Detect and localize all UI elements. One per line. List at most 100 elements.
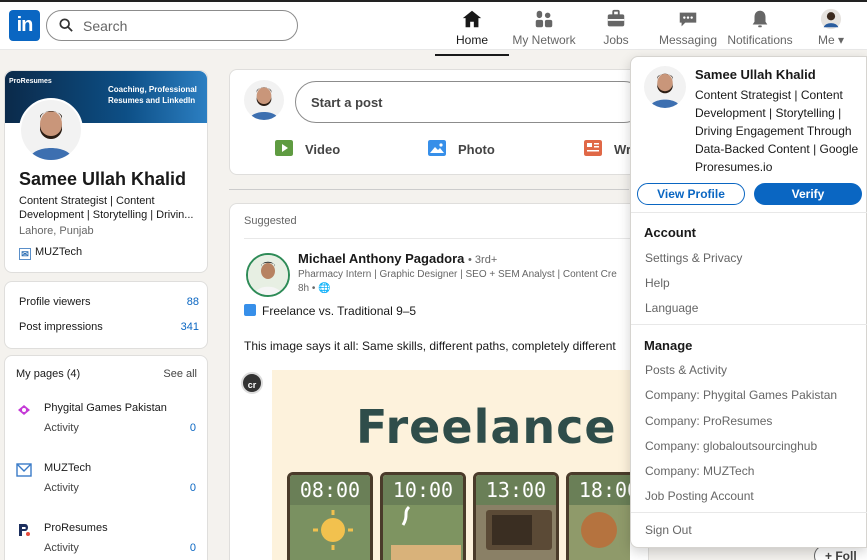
start-post-input[interactable]: Start a post xyxy=(295,81,645,123)
home-icon xyxy=(462,10,482,28)
content-credentials-icon[interactable]: cr xyxy=(241,372,263,394)
language-link[interactable]: Language xyxy=(645,301,698,315)
sun-icon xyxy=(313,510,353,550)
banner-brand: ProResumes xyxy=(9,78,52,85)
tile-illustration xyxy=(290,505,370,560)
dropdown-name: Samee Ullah Khalid xyxy=(695,67,816,82)
dog-icon xyxy=(581,512,617,548)
nav-jobs-label: Jobs xyxy=(603,33,629,47)
coffee-icon xyxy=(391,505,461,560)
nav-messaging-label: Messaging xyxy=(658,33,718,47)
nav-me-label: Me ▾ xyxy=(817,33,845,47)
profile-org[interactable]: ✉ MUZTech xyxy=(19,246,82,260)
page-activity: Activity xyxy=(44,482,79,494)
profile-name[interactable]: Samee Ullah Khalid xyxy=(19,169,186,190)
view-profile-button[interactable]: View Profile xyxy=(637,183,745,205)
tile-illustration xyxy=(383,505,463,560)
profile-location: Lahore, Punjab xyxy=(19,225,94,237)
me-dropdown-menu: Samee Ullah Khalid Content Strategist | … xyxy=(630,56,867,548)
search-input[interactable] xyxy=(83,16,283,36)
verify-button[interactable]: Verify xyxy=(754,183,862,205)
photo-label: Photo xyxy=(458,142,495,157)
posts-activity-link[interactable]: Posts & Activity xyxy=(645,363,727,377)
image-tile: 10:00 xyxy=(380,472,466,560)
video-label: Video xyxy=(305,142,341,157)
profile-org-label: MUZTech xyxy=(35,246,83,258)
stat-label: Post impressions xyxy=(19,321,103,333)
stat-post-impressions[interactable]: Post impressions 341 xyxy=(19,321,199,333)
page-name: MUZTech xyxy=(44,462,92,474)
author-avatar[interactable] xyxy=(246,253,290,297)
post-author[interactable]: Michael Anthony Pagadora • 3rd+ xyxy=(298,251,497,266)
my-pages-title: My pages (4) xyxy=(16,368,81,380)
repost-icon xyxy=(244,304,256,316)
image-title: Freelance xyxy=(356,400,617,454)
page-name: Phygital Games Pakistan xyxy=(44,402,167,414)
top-nav-bar: in Home My Network Jobs Messaging Notifi… xyxy=(0,0,867,56)
tile-illustration xyxy=(569,505,630,560)
nav-messaging[interactable]: Messaging xyxy=(651,8,725,50)
settings-privacy-link[interactable]: Settings & Privacy xyxy=(645,251,742,265)
globe-icon: 🌐 xyxy=(318,283,331,294)
share-avatar[interactable] xyxy=(244,80,284,120)
linkedin-logo[interactable]: in xyxy=(9,10,40,41)
share-box: Start a post Video Photo Wr xyxy=(229,69,649,175)
post-time-label: 8h • xyxy=(298,283,316,294)
dropdown-avatar[interactable] xyxy=(644,66,686,108)
page-name: ProResumes xyxy=(44,522,108,534)
profile-avatar[interactable] xyxy=(19,98,83,162)
stat-value: 88 xyxy=(186,296,199,308)
page-activity-count: 0 xyxy=(189,422,196,434)
help-link[interactable]: Help xyxy=(645,276,670,290)
company-muztech-link[interactable]: Company: MUZTech xyxy=(645,464,754,478)
image-tile: 18:00 xyxy=(566,472,630,560)
see-all-link[interactable]: See all xyxy=(163,368,197,380)
feed-post: Suggested Michael Anthony Pagadora • 3rd… xyxy=(229,203,649,560)
article-icon xyxy=(584,140,602,156)
nav-my-network[interactable]: My Network xyxy=(507,8,581,50)
nav-home[interactable]: Home xyxy=(435,8,509,56)
proresumes-logo-icon xyxy=(19,524,30,536)
tile-time: 08:00 xyxy=(290,475,370,505)
page-activity: Activity xyxy=(44,542,79,554)
nav-notifications-label: Notifications xyxy=(727,33,793,47)
messaging-icon xyxy=(679,12,697,27)
nav-home-label: Home xyxy=(455,33,488,47)
job-posting-account-link[interactable]: Job Posting Account xyxy=(645,489,754,503)
company-globaloutsourcinghub-link[interactable]: Company: globaloutsourcinghub xyxy=(645,439,817,453)
menu-divider xyxy=(631,212,867,213)
tile-time: 10:00 xyxy=(383,475,463,505)
nav-me[interactable]: Me ▾ xyxy=(794,8,867,50)
nav-jobs[interactable]: Jobs xyxy=(579,8,653,50)
stat-label: Profile viewers xyxy=(19,296,91,308)
muztech-logo-icon xyxy=(16,463,32,477)
phygital-logo-icon xyxy=(18,405,30,415)
briefcase-icon xyxy=(607,9,625,27)
org-logo-icon: ✉ xyxy=(19,248,31,260)
write-article-button[interactable]: Wr xyxy=(584,140,632,157)
nav-notifications[interactable]: Notifications xyxy=(723,8,797,50)
post-image[interactable]: Freelance 08:00 10:00 13:00 18:00 xyxy=(272,370,630,560)
author-name: Michael Anthony Pagadora xyxy=(298,251,465,266)
search-bar[interactable] xyxy=(46,10,298,41)
post-time: 8h • 🌐 xyxy=(298,283,331,294)
sign-out-link[interactable]: Sign Out xyxy=(645,523,692,537)
company-proresumes-link[interactable]: Company: ProResumes xyxy=(645,414,772,428)
image-tile: 13:00 xyxy=(473,472,559,560)
search-icon xyxy=(59,18,73,32)
tile-time: 18:00 xyxy=(569,475,630,505)
page-activity-count: 0 xyxy=(189,482,196,494)
microwave-icon xyxy=(486,510,552,550)
company-phygital-link[interactable]: Company: Phygital Games Pakistan xyxy=(645,388,837,402)
connection-degree: • 3rd+ xyxy=(468,254,498,266)
video-button[interactable]: Video xyxy=(275,140,341,157)
feed-sort-divider xyxy=(229,189,629,190)
image-tile: 08:00 xyxy=(287,472,373,560)
my-pages-card: My pages (4) See all Phygital Games Paki… xyxy=(4,355,208,560)
write-article-label: Wr xyxy=(614,142,632,157)
network-icon xyxy=(535,10,553,28)
photo-button[interactable]: Photo xyxy=(428,140,495,157)
dropdown-headline: Content Strategist | Content Development… xyxy=(695,88,859,174)
stat-profile-viewers[interactable]: Profile viewers 88 xyxy=(19,296,199,308)
tile-illustration xyxy=(476,505,556,560)
